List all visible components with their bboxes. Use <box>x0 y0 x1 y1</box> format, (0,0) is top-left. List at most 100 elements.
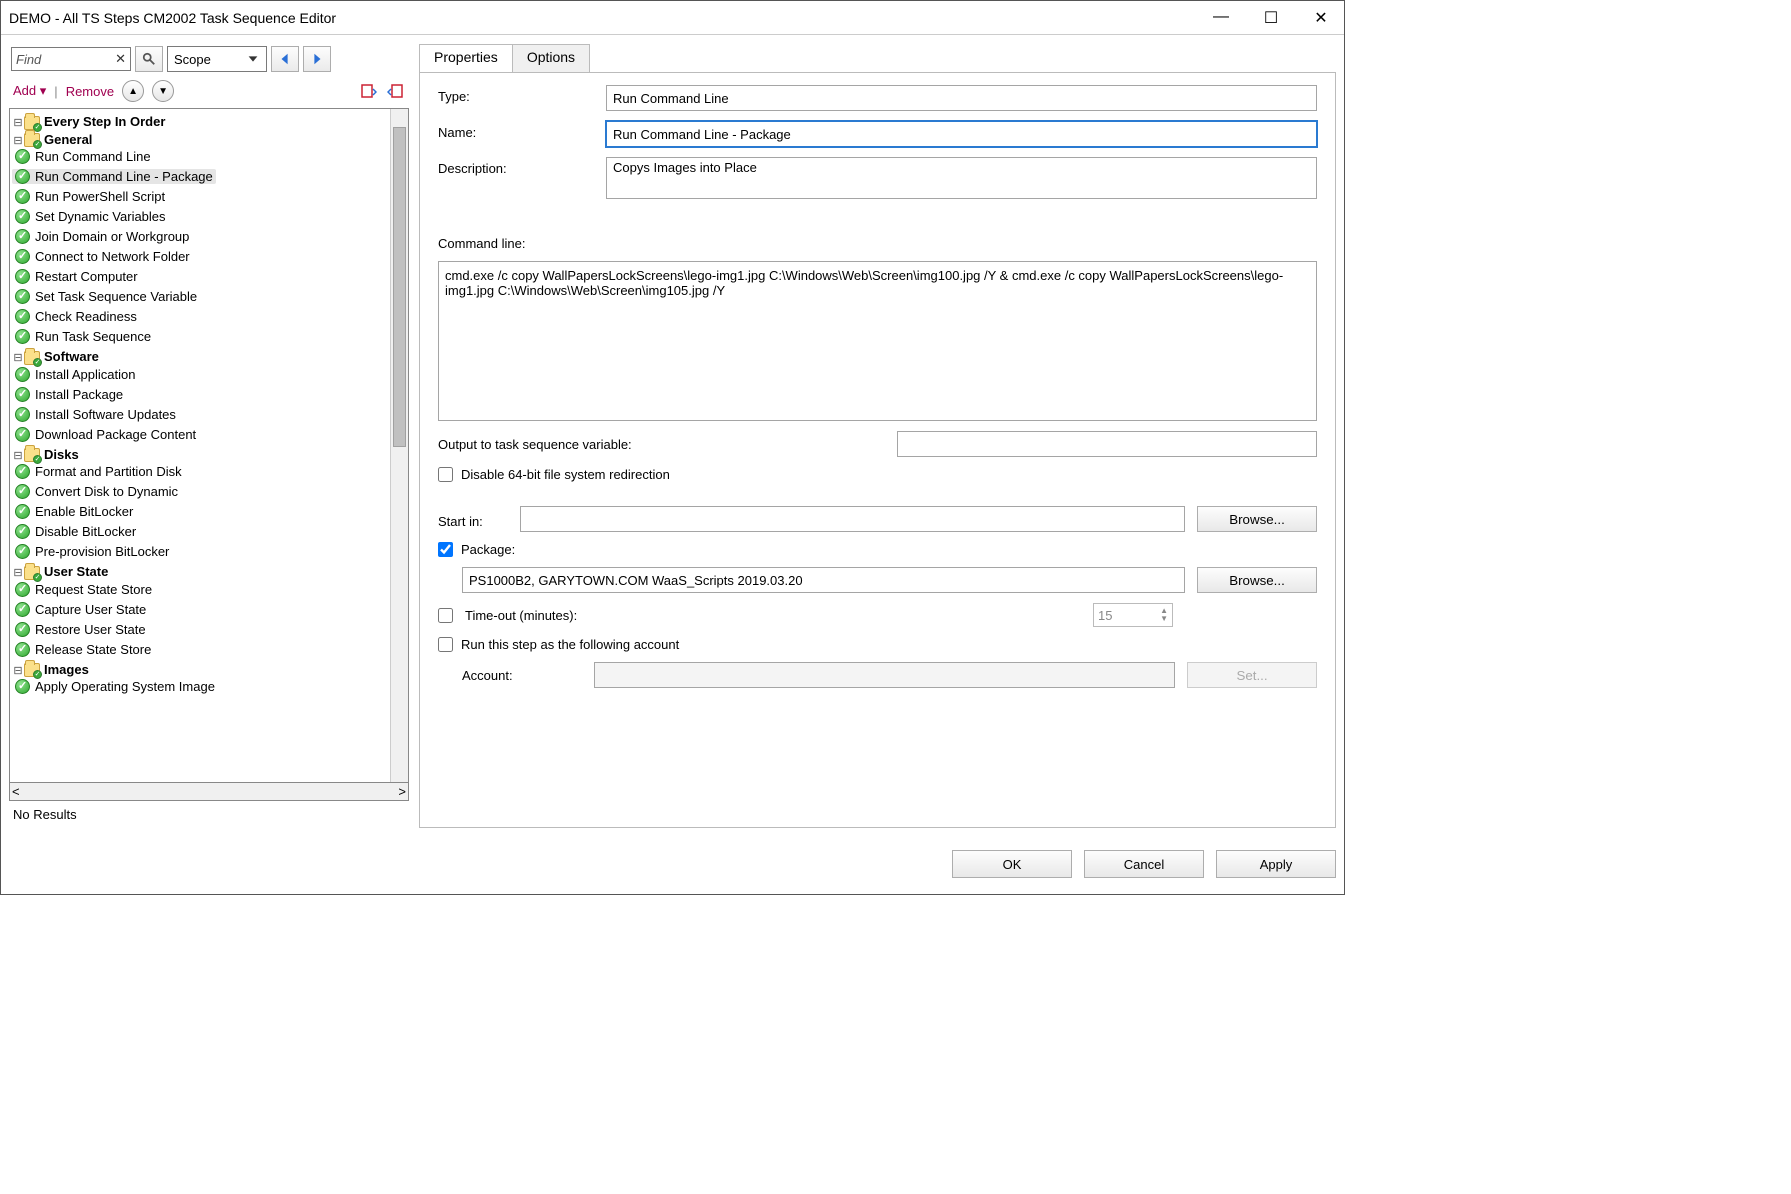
tree-step[interactable]: Format and Partition Disk <box>12 464 185 479</box>
run-as-checkbox[interactable] <box>438 637 453 652</box>
command-line-field[interactable] <box>438 261 1317 421</box>
tree-step-label: Run Command Line - Package <box>35 169 213 184</box>
folder-icon <box>24 133 40 147</box>
account-field <box>594 662 1175 688</box>
tree-step[interactable]: Restart Computer <box>12 269 141 284</box>
tree-group-label[interactable]: Disks <box>44 447 79 462</box>
tree-tool-icon-1[interactable] <box>359 81 379 101</box>
expander-icon[interactable]: ⊟ <box>12 351 24 364</box>
scope-dropdown[interactable]: Scope <box>167 46 267 72</box>
add-menu[interactable]: Add ▾ <box>13 83 46 99</box>
tree-step[interactable]: Request State Store <box>12 582 155 597</box>
chevron-down-icon <box>246 52 260 66</box>
tree-group-label[interactable]: Software <box>44 349 99 364</box>
name-label: Name: <box>438 121 598 140</box>
tree-step[interactable]: Set Dynamic Variables <box>12 209 169 224</box>
tree-step[interactable]: Install Application <box>12 367 138 382</box>
prev-button[interactable] <box>271 46 299 72</box>
tree-step-label: Enable BitLocker <box>35 504 133 519</box>
expander-icon[interactable]: ⊟ <box>12 664 24 677</box>
expander-icon[interactable]: ⊟ <box>12 449 24 462</box>
tab-properties[interactable]: Properties <box>419 44 513 72</box>
tree-step[interactable]: Check Readiness <box>12 309 140 324</box>
tree-step[interactable]: Join Domain or Workgroup <box>12 229 192 244</box>
tree-step[interactable]: Download Package Content <box>12 427 199 442</box>
close-button[interactable]: ✕ <box>1306 8 1336 28</box>
task-sequence-tree[interactable]: ⊟ Every Step In Order ⊟ General Run Command … <box>10 109 390 782</box>
move-down-button[interactable]: ▼ <box>152 80 174 102</box>
start-in-field[interactable] <box>520 506 1185 532</box>
tree-step-label: Join Domain or Workgroup <box>35 229 189 244</box>
tree-step[interactable]: Set Task Sequence Variable <box>12 289 200 304</box>
check-icon <box>15 602 30 617</box>
disable-64bit-checkbox[interactable] <box>438 467 453 482</box>
tree-step[interactable]: Release State Store <box>12 642 154 657</box>
maximize-button[interactable]: ☐ <box>1256 8 1286 28</box>
tree-root-label[interactable]: Every Step In Order <box>44 114 165 129</box>
description-field[interactable] <box>606 157 1317 199</box>
apply-button[interactable]: Apply <box>1216 850 1336 878</box>
check-icon <box>15 504 30 519</box>
tree-step[interactable]: Run Command Line <box>12 149 154 164</box>
expander-icon[interactable]: ⊟ <box>12 566 24 579</box>
expander-icon[interactable]: ⊟ <box>12 116 24 129</box>
scrollbar-thumb[interactable] <box>393 127 406 447</box>
move-up-button[interactable]: ▲ <box>122 80 144 102</box>
tab-options[interactable]: Options <box>512 44 590 72</box>
tree-step-label: Convert Disk to Dynamic <box>35 484 178 499</box>
type-field <box>606 85 1317 111</box>
folder-icon <box>24 116 40 130</box>
timeout-label: Time-out (minutes): <box>465 608 1081 623</box>
tree-step[interactable]: Pre-provision BitLocker <box>12 544 172 559</box>
check-icon <box>15 367 30 382</box>
tree-group-label[interactable]: Images <box>44 662 89 677</box>
remove-button[interactable]: Remove <box>66 84 114 99</box>
tree-step-label: Connect to Network Folder <box>35 249 190 264</box>
tree-step-label: Apply Operating System Image <box>35 679 215 694</box>
tree-step-label: Install Application <box>35 367 135 382</box>
next-button[interactable] <box>303 46 331 72</box>
name-field[interactable] <box>606 121 1317 147</box>
start-in-browse-button[interactable]: Browse... <box>1197 506 1317 532</box>
tree-step[interactable]: Convert Disk to Dynamic <box>12 484 181 499</box>
folder-icon <box>24 448 40 462</box>
status-text: No Results <box>9 801 409 828</box>
output-variable-field[interactable] <box>897 431 1317 457</box>
run-as-label: Run this step as the following account <box>461 637 679 652</box>
command-line-label: Command line: <box>438 236 1317 251</box>
ok-button[interactable]: OK <box>952 850 1072 878</box>
minimize-button[interactable]: — <box>1206 8 1236 28</box>
description-label: Description: <box>438 157 598 176</box>
find-input[interactable]: Find ✕ <box>11 47 131 71</box>
check-icon <box>15 582 30 597</box>
tree-step[interactable]: Install Package <box>12 387 126 402</box>
tree-step-label: Check Readiness <box>35 309 137 324</box>
tree-step[interactable]: Run Task Sequence <box>12 329 154 344</box>
tree-group-label[interactable]: General <box>44 132 92 147</box>
search-button[interactable] <box>135 46 163 72</box>
tree-step[interactable]: Disable BitLocker <box>12 524 139 539</box>
package-checkbox[interactable] <box>438 542 453 557</box>
tree-step[interactable]: Capture User State <box>12 602 149 617</box>
horizontal-scrollbar[interactable]: <> <box>9 783 409 801</box>
timeout-value: 15 <box>1098 608 1112 623</box>
clear-find-icon[interactable]: ✕ <box>115 51 126 67</box>
vertical-scrollbar[interactable] <box>390 109 408 782</box>
timeout-checkbox[interactable] <box>438 608 453 623</box>
tree-step[interactable]: Enable BitLocker <box>12 504 136 519</box>
tree-step[interactable]: Install Software Updates <box>12 407 179 422</box>
tree-group-label[interactable]: User State <box>44 564 108 579</box>
tree-step-label: Install Package <box>35 387 123 402</box>
folder-icon <box>24 351 40 365</box>
expander-icon[interactable]: ⊟ <box>12 134 24 147</box>
tree-tool-icon-2[interactable] <box>385 81 405 101</box>
tree-step[interactable]: Apply Operating System Image <box>12 679 218 694</box>
tree-step-label: Format and Partition Disk <box>35 464 182 479</box>
package-browse-button[interactable]: Browse... <box>1197 567 1317 593</box>
tree-step[interactable]: Connect to Network Folder <box>12 249 193 264</box>
tree-step[interactable]: Run Command Line - Package <box>12 169 216 184</box>
cancel-button[interactable]: Cancel <box>1084 850 1204 878</box>
tree-step-label: Restart Computer <box>35 269 138 284</box>
tree-step[interactable]: Restore User State <box>12 622 149 637</box>
tree-step[interactable]: Run PowerShell Script <box>12 189 168 204</box>
